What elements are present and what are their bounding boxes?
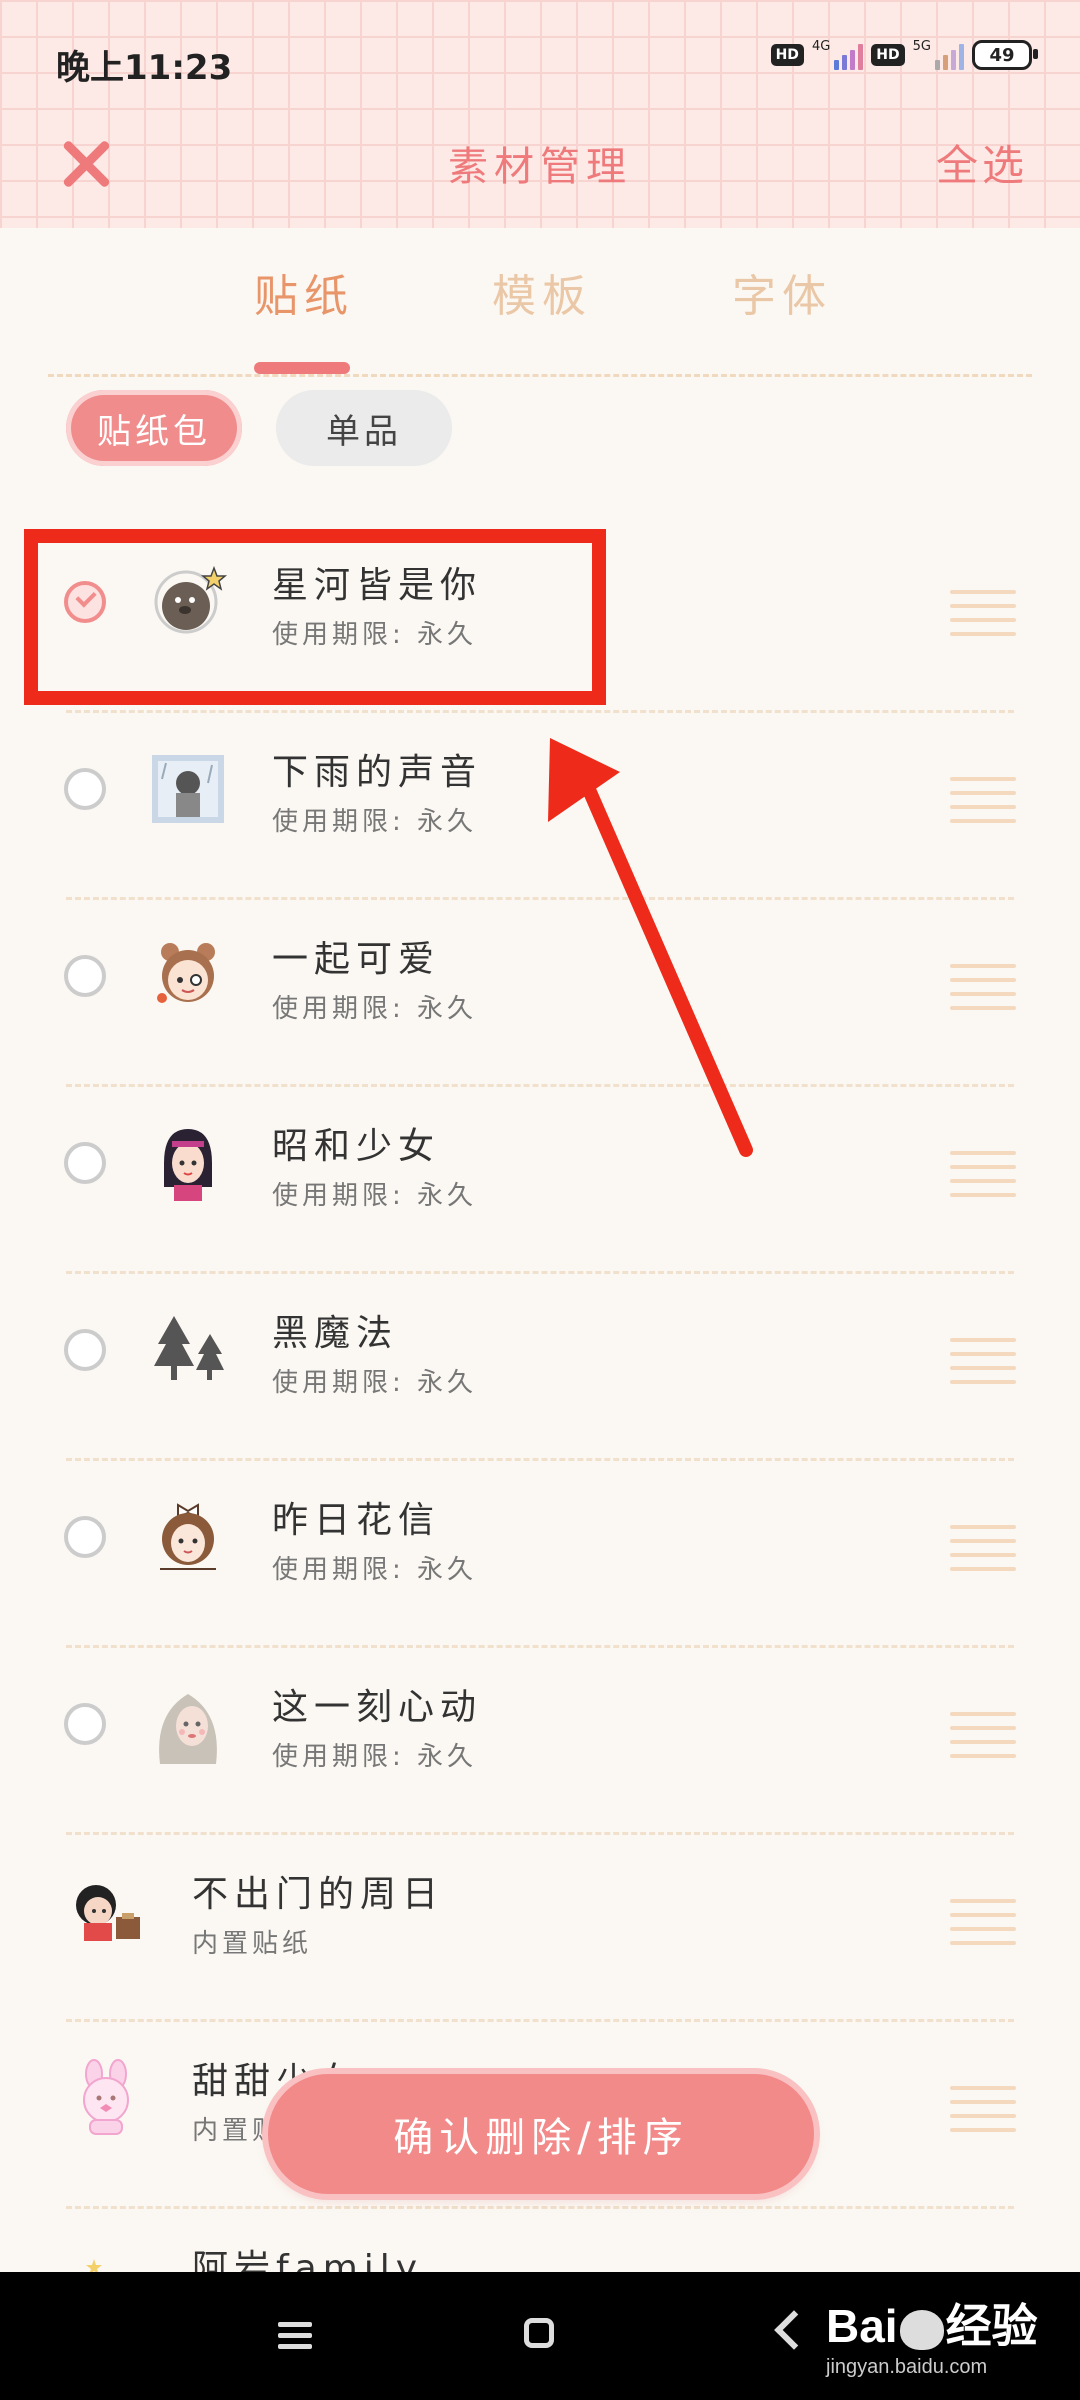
hd-badge: HD — [770, 44, 804, 66]
checkbox[interactable] — [64, 1516, 106, 1558]
drag-handle-icon[interactable] — [950, 590, 1016, 636]
system-icons: HD 4G HD 5G 49 — [770, 38, 1038, 70]
item-validity: 使用期限: 永久 — [272, 1368, 478, 1398]
tab-bar: 贴纸 模板 字体 — [0, 260, 1080, 377]
signal-icon — [935, 40, 964, 70]
list-item[interactable]: 黑魔法 使用期限: 永久 — [0, 1274, 1080, 1461]
item-name: 昨日花信 — [272, 1500, 441, 1541]
rainy-window-icon — [148, 749, 228, 829]
item-validity: 使用期限: 永久 — [272, 1742, 478, 1772]
tab-stickers[interactable]: 贴纸 — [254, 260, 354, 324]
menu-icon[interactable] — [278, 2322, 312, 2350]
status-bar: 晚上11:23 HD 4G HD 5G 49 — [0, 0, 1080, 120]
drag-handle-icon[interactable] — [950, 777, 1016, 823]
back-icon[interactable] — [774, 2310, 814, 2350]
watermark-brand: Bai — [826, 2300, 898, 2352]
status-time: 晚上11:23 — [56, 48, 233, 88]
checkbox[interactable] — [64, 1329, 106, 1371]
item-name: 这一刻心动 — [272, 1687, 483, 1728]
blonde-girl-icon — [148, 1684, 228, 1764]
drag-handle-icon[interactable] — [950, 964, 1016, 1010]
checkbox[interactable] — [64, 768, 106, 810]
watermark-brand2: 经验 — [945, 2300, 1038, 2352]
hd-badge: HD — [871, 44, 905, 66]
list-item[interactable]: 这一刻心动 使用期限: 永久 — [0, 1648, 1080, 1835]
battery-icon: 49 — [972, 40, 1038, 70]
page-title: 素材管理 — [448, 144, 632, 190]
checkbox[interactable] — [64, 1703, 106, 1745]
checkbox[interactable] — [64, 955, 106, 997]
item-validity: 使用期限: 永久 — [272, 994, 478, 1024]
drag-handle-icon[interactable] — [950, 2086, 1016, 2132]
item-name: 黑魔法 — [272, 1313, 399, 1354]
item-name: 昭和少女 — [272, 1126, 441, 1167]
list-item[interactable]: 昭和少女 使用期限: 永久 — [0, 1087, 1080, 1274]
drag-handle-icon[interactable] — [950, 1338, 1016, 1384]
drag-handle-icon[interactable] — [950, 1712, 1016, 1758]
item-name: 一起可爱 — [272, 939, 441, 980]
network-type: 4G — [811, 38, 831, 54]
drag-handle-icon[interactable] — [950, 1899, 1016, 1945]
list-item[interactable]: 一起可爱 使用期限: 永久 — [0, 900, 1080, 1087]
watermark-url: jingyan.baidu.com — [826, 2356, 988, 2378]
drag-handle-icon[interactable] — [950, 1151, 1016, 1197]
select-all-button[interactable]: 全选 — [936, 132, 1028, 193]
annotation-highlight-box — [24, 529, 606, 705]
confirm-delete-sort-button[interactable]: 确认删除/排序 — [268, 2074, 814, 2194]
header: 晚上11:23 HD 4G HD 5G 49 素材管理 全选 — [0, 0, 1080, 228]
bow-girl-icon — [148, 1497, 228, 1577]
list-item[interactable]: 昨日花信 使用期限: 永久 — [0, 1461, 1080, 1648]
reading-girl-icon — [66, 1871, 146, 1951]
pine-trees-icon — [148, 1310, 228, 1390]
list-item[interactable]: 下雨的声音 使用期限: 永久 — [0, 713, 1080, 900]
item-name: 不出门的周日 — [192, 1874, 445, 1915]
chip-sticker-pack[interactable]: 贴纸包 — [66, 390, 242, 466]
item-name: 下雨的声音 — [272, 752, 483, 793]
drag-handle-icon[interactable] — [950, 1525, 1016, 1571]
tab-fonts[interactable]: 字体 — [732, 260, 832, 324]
pink-bunny-icon — [66, 2058, 146, 2138]
item-validity: 使用期限: 永久 — [272, 1181, 478, 1211]
network-type: 5G — [912, 38, 931, 54]
chip-single-item[interactable]: 单品 — [276, 390, 452, 466]
tab-templates[interactable]: 模板 — [492, 260, 592, 324]
signal-icon — [834, 40, 864, 70]
divider — [48, 374, 1032, 377]
checkbox[interactable] — [64, 1142, 106, 1184]
item-builtin-label: 内置贴纸 — [192, 1929, 313, 1959]
home-icon[interactable] — [524, 2318, 554, 2348]
tab-indicator — [254, 362, 350, 374]
paw-icon — [899, 2309, 944, 2350]
list-item[interactable]: 不出门的周日 内置贴纸 — [0, 1835, 1080, 2022]
showa-girl-icon — [148, 1123, 228, 1203]
item-validity: 使用期限: 永久 — [272, 807, 478, 837]
girl-bear-ears-icon — [148, 936, 228, 1016]
item-validity: 使用期限: 永久 — [272, 1555, 478, 1585]
watermark-logo: Bai 经验 — [826, 2290, 1038, 2356]
